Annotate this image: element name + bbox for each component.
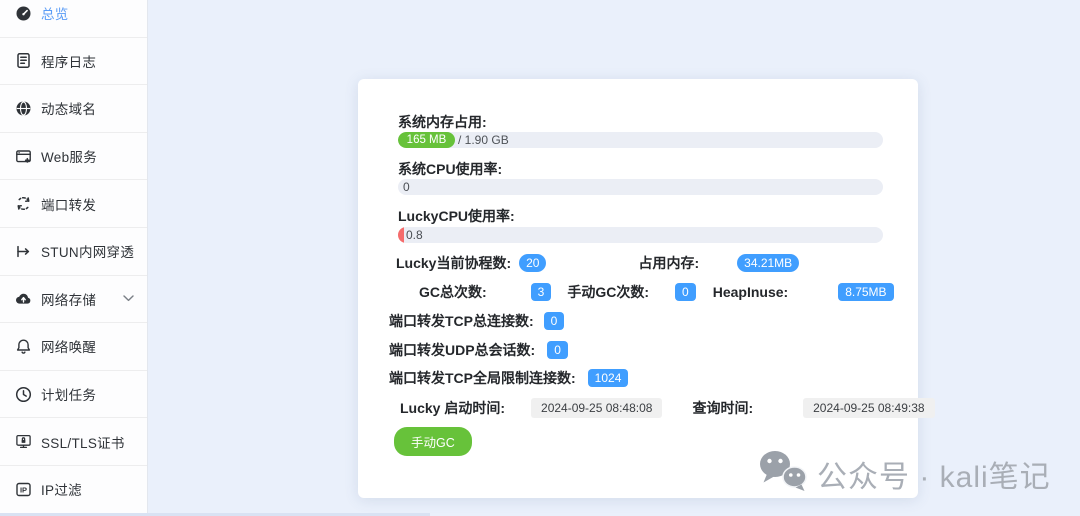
udp-sessions-label: 端口转发UDP总会话数: bbox=[389, 342, 536, 358]
sidebar-item-label: IP过滤 bbox=[41, 483, 82, 499]
stats-row-times: Lucky 启动时间: 2024-09-25 08:48:08 查询时间: 20… bbox=[400, 397, 935, 419]
globe-icon bbox=[15, 100, 32, 117]
sidebar-item-wake-on-lan[interactable]: 网络唤醒 bbox=[0, 323, 147, 371]
sidebar-item-overview[interactable]: 总览 bbox=[0, 0, 147, 38]
gc-manual-label: 手动GC次数: bbox=[567, 284, 650, 300]
gc-total-label: GC总次数: bbox=[419, 284, 487, 300]
log-icon bbox=[15, 52, 32, 69]
bell-icon bbox=[15, 338, 32, 355]
sidebar-menu: 总览 程序日志 动态域名 Web服务 端口转发 STUN内网穿透 网络存储 网络… bbox=[0, 0, 147, 514]
port-forward-icon bbox=[15, 195, 32, 212]
stats-row-gc: GC总次数: 3 手动GC次数: 0 HeapInuse: 8.75MB bbox=[419, 282, 894, 302]
sidebar-item-port-forward[interactable]: 端口转发 bbox=[0, 180, 147, 228]
system-cpu-progress-bar: 0 bbox=[398, 179, 883, 195]
sidebar-item-scheduled-tasks[interactable]: 计划任务 bbox=[0, 370, 147, 419]
gc-manual-badge: 0 bbox=[675, 283, 696, 301]
memory-usage-label: 系统内存占用: bbox=[398, 114, 487, 130]
sidebar-item-ddns[interactable]: 动态域名 bbox=[0, 85, 147, 133]
sidebar-item-label: SSL/TLS证书 bbox=[41, 435, 125, 451]
lucky-memory-label: 占用内存: bbox=[638, 255, 700, 271]
start-time-label: Lucky 启动时间: bbox=[400, 400, 506, 416]
stats-row-udp-sessions: 端口转发UDP总会话数: 0 bbox=[389, 340, 568, 360]
sidebar-item-label: 动态域名 bbox=[41, 102, 97, 118]
sidebar: 总览 程序日志 动态域名 Web服务 端口转发 STUN内网穿透 网络存储 网络… bbox=[0, 0, 148, 516]
manual-gc-button[interactable]: 手动GC bbox=[394, 427, 472, 456]
sidebar-item-web-service[interactable]: Web服务 bbox=[0, 132, 147, 181]
sidebar-item-label: 计划任务 bbox=[41, 388, 97, 404]
sidebar-item-label: 程序日志 bbox=[41, 54, 97, 70]
goroutines-label: Lucky当前协程数: bbox=[396, 255, 512, 271]
sidebar-item-label: 端口转发 bbox=[41, 197, 97, 213]
sidebar-item-ssl-certificates[interactable]: SSL/TLS证书 bbox=[0, 418, 147, 466]
stats-row-tcp-global-limit: 端口转发TCP全局限制连接数: 1024 bbox=[389, 368, 629, 388]
lucky-cpu-progress-fill bbox=[398, 227, 404, 243]
query-time-label: 查询时间: bbox=[692, 400, 754, 416]
gc-total-badge: 3 bbox=[530, 283, 552, 301]
web-service-icon bbox=[15, 148, 32, 165]
sidebar-item-network-storage[interactable]: 网络存储 bbox=[0, 275, 147, 324]
heap-inuse-badge: 8.75MB bbox=[838, 283, 894, 301]
stats-row-tcp-connections: 端口转发TCP总连接数: 0 bbox=[389, 311, 565, 331]
lucky-cpu-label: LuckyCPU使用率: bbox=[398, 208, 515, 224]
sidebar-item-label: Web服务 bbox=[41, 150, 98, 166]
goroutines-badge: 20 bbox=[519, 254, 547, 272]
system-cpu-value: 0 bbox=[403, 180, 410, 194]
lucky-memory-badge: 34.21MB bbox=[737, 254, 800, 272]
system-cpu-label: 系统CPU使用率: bbox=[398, 161, 503, 177]
tcp-global-limit-label: 端口转发TCP全局限制连接数: bbox=[389, 370, 576, 386]
memory-progress-bar: 165 MB / 1.90 GB bbox=[398, 132, 883, 148]
sidebar-item-stun[interactable]: STUN内网穿透 bbox=[0, 227, 147, 276]
lucky-cpu-value: 0.8 bbox=[406, 228, 423, 242]
memory-total-text: / 1.90 GB bbox=[458, 133, 509, 147]
lucky-cpu-progress-bar: 0.8 bbox=[398, 227, 883, 243]
overview-card: 系统内存占用: 165 MB / 1.90 GB 系统CPU使用率: 0 Luc… bbox=[358, 79, 935, 498]
tcp-global-limit-badge: 1024 bbox=[587, 369, 629, 387]
chevron-down-icon bbox=[123, 295, 134, 302]
sidebar-item-label: STUN内网穿透 bbox=[41, 245, 135, 261]
sidebar-item-label: 网络唤醒 bbox=[41, 340, 97, 356]
start-time-value: 2024-09-25 08:48:08 bbox=[531, 398, 663, 418]
stun-icon bbox=[15, 243, 32, 260]
memory-progress-fill: 165 MB bbox=[398, 132, 455, 148]
stats-row-goroutines: Lucky当前协程数: 20 占用内存: 34.21MB bbox=[396, 253, 800, 273]
sidebar-item-label: 总览 bbox=[41, 7, 69, 23]
udp-sessions-badge: 0 bbox=[547, 341, 568, 359]
sidebar-item-logs[interactable]: 程序日志 bbox=[0, 37, 147, 86]
ip-filter-icon: IP bbox=[15, 481, 32, 498]
sidebar-item-label: 网络存储 bbox=[41, 292, 97, 308]
gauge-icon bbox=[15, 5, 32, 22]
tcp-connections-label: 端口转发TCP总连接数: bbox=[389, 313, 534, 329]
query-time-value: 2024-09-25 08:49:38 bbox=[803, 398, 935, 418]
heap-inuse-label: HeapInuse: bbox=[712, 284, 789, 300]
clock-icon bbox=[15, 386, 32, 403]
certificate-icon bbox=[15, 433, 32, 450]
tcp-connections-badge: 0 bbox=[543, 312, 565, 330]
sidebar-item-ip-filter[interactable]: IP IP过滤 bbox=[0, 465, 147, 514]
cloud-upload-icon bbox=[15, 290, 32, 307]
svg-text:IP: IP bbox=[20, 485, 27, 494]
